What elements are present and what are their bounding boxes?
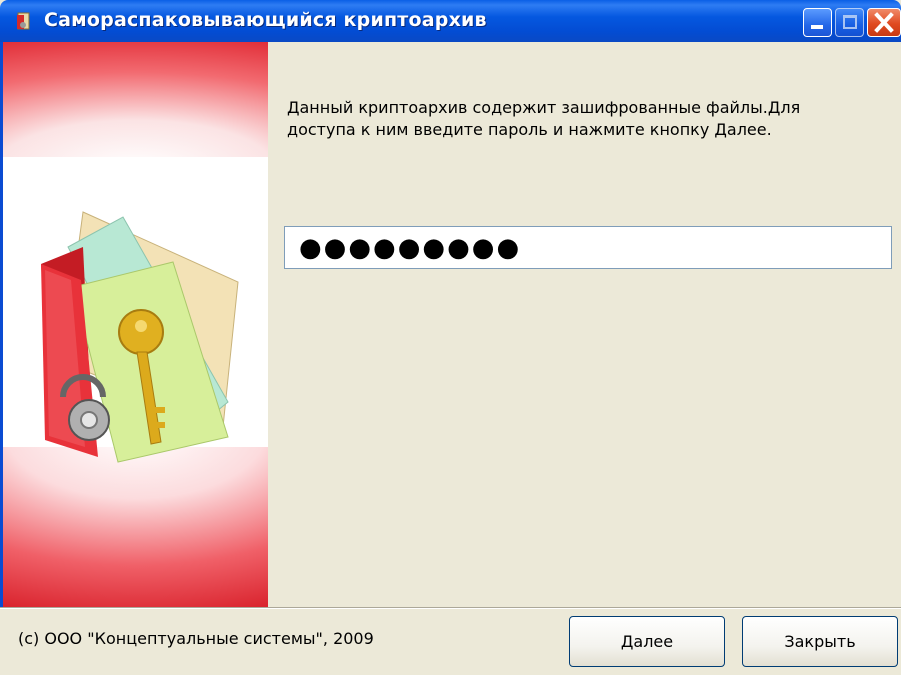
close-button-label: Закрыть bbox=[784, 632, 856, 651]
instruction-text: Данный криптоархив содержит зашифрованны… bbox=[287, 97, 887, 141]
next-button-label: Далее bbox=[620, 632, 674, 651]
archive-icon bbox=[17, 12, 30, 30]
encrypted-archive-illustration bbox=[41, 211, 239, 463]
password-input[interactable] bbox=[284, 226, 892, 269]
copyright-text: (c) ООО "Концептуальные системы", 2009 bbox=[18, 629, 374, 648]
close-window-button[interactable] bbox=[867, 8, 901, 37]
window-title: Самораспаковывающийся криптоархив bbox=[44, 9, 487, 31]
footer-divider bbox=[0, 607, 901, 609]
minimize-icon bbox=[811, 25, 823, 29]
instruction-line-2: доступа к ним введите пароль и нажмите к… bbox=[287, 120, 772, 139]
banner-top-gradient bbox=[3, 42, 268, 157]
next-button[interactable]: Далее bbox=[569, 616, 725, 667]
side-banner bbox=[0, 42, 268, 607]
title-bar[interactable]: Самораспаковывающийся криптоархив bbox=[0, 0, 901, 42]
maximize-icon bbox=[843, 15, 857, 29]
minimize-button[interactable] bbox=[803, 8, 832, 37]
close-icon bbox=[874, 12, 894, 33]
instruction-line-1: Данный криптоархив содержит зашифрованны… bbox=[287, 98, 801, 117]
maximize-button[interactable] bbox=[835, 8, 864, 37]
close-button[interactable]: Закрыть bbox=[742, 616, 898, 667]
